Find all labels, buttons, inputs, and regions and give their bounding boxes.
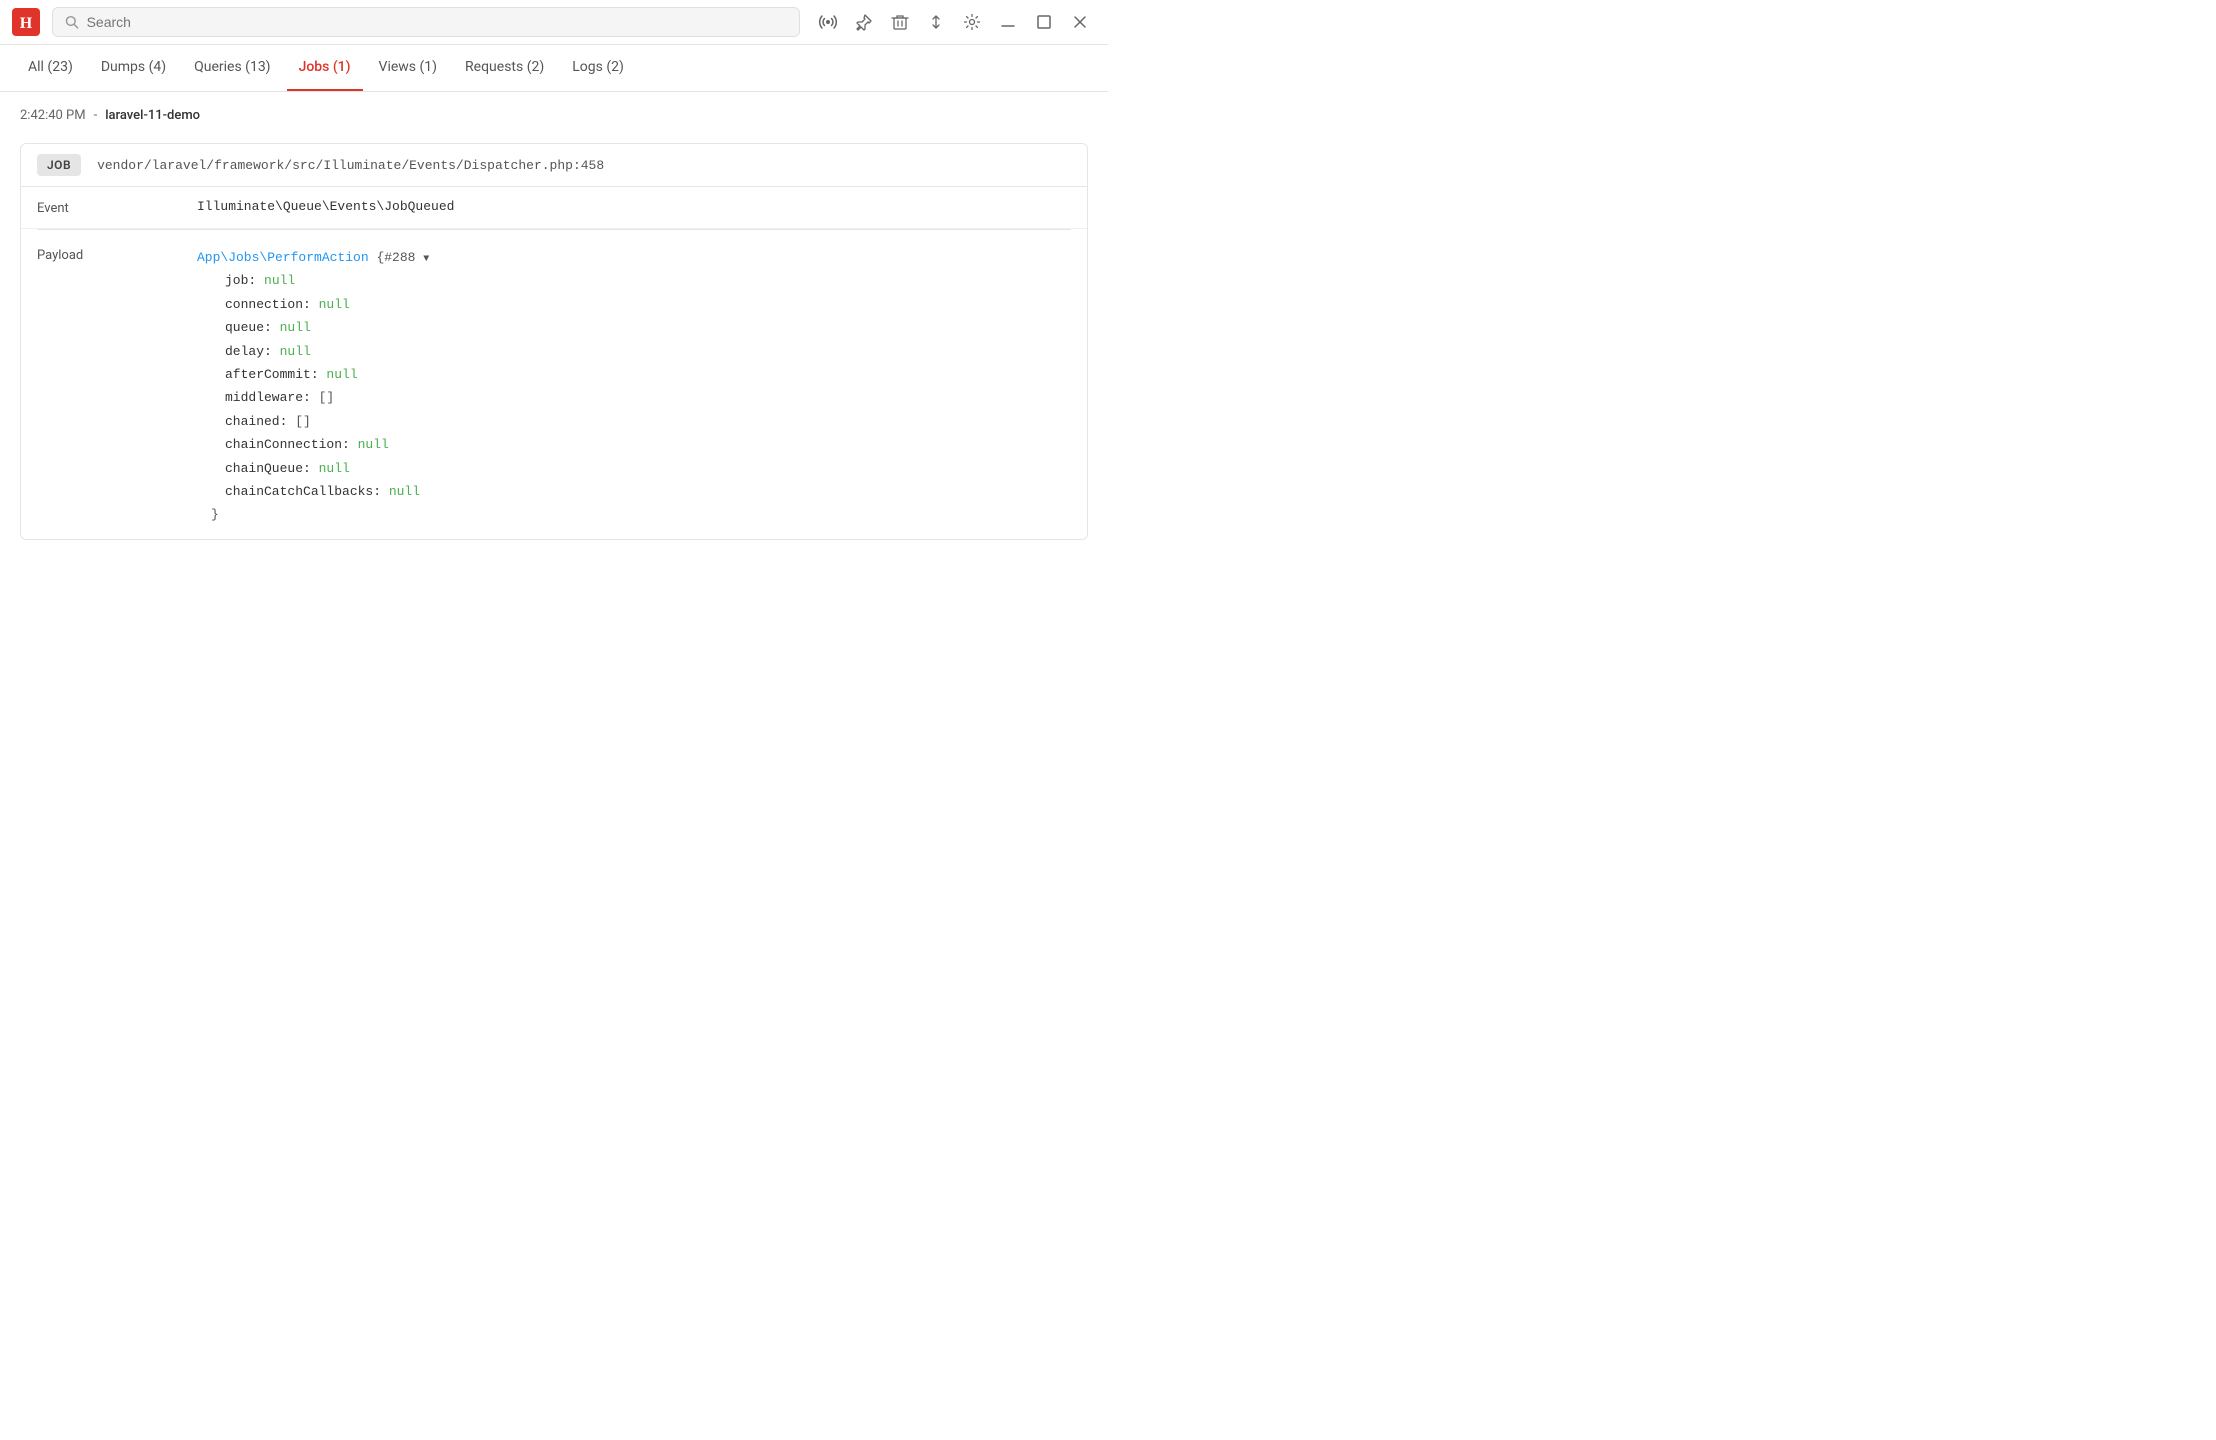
obj-id: {#288: [376, 250, 415, 265]
field-chaincatchcallbacks: chainCatchCallbacks: null: [197, 480, 429, 503]
separator: -: [94, 108, 98, 123]
settings-button[interactable]: [956, 6, 988, 38]
tab-jobs[interactable]: Jobs (1): [287, 45, 363, 91]
class-name: App\Jobs\PerformAction: [197, 250, 369, 265]
app-name: laravel-11-demo: [105, 108, 200, 123]
field-queue: queue: null: [197, 316, 429, 339]
close-button[interactable]: [1064, 6, 1096, 38]
field-delay: delay: null: [197, 340, 429, 363]
trash-button[interactable]: [884, 6, 916, 38]
field-job: job: null: [197, 269, 429, 292]
timestamp: 2:42:40 PM: [20, 108, 86, 123]
class-line: App\Jobs\PerformAction {#288 ▼: [197, 246, 429, 269]
close-brace: }: [197, 503, 429, 526]
title-bar-actions: [812, 6, 1096, 38]
field-middleware: middleware: []: [197, 386, 429, 409]
search-input[interactable]: [87, 14, 787, 30]
event-value: Illuminate\Queue\Events\JobQueued: [197, 199, 454, 214]
field-chainconnection: chainConnection: null: [197, 433, 429, 456]
job-file-path: vendor/laravel/framework/src/Illuminate/…: [97, 158, 604, 173]
event-label: Event: [37, 199, 197, 216]
pin-button[interactable]: [848, 6, 880, 38]
svg-text:H: H: [20, 15, 33, 32]
tab-dumps[interactable]: Dumps (4): [89, 45, 178, 91]
job-body: Event Illuminate\Queue\Events\JobQueued …: [21, 187, 1087, 539]
job-badge: JOB: [37, 154, 81, 176]
toggle-arrow[interactable]: ▼: [423, 254, 429, 265]
payload-label: Payload: [37, 246, 197, 263]
field-aftercommit: afterCommit: null: [197, 363, 429, 386]
broadcast-button[interactable]: [812, 6, 844, 38]
tab-views[interactable]: Views (1): [367, 45, 450, 91]
maximize-button[interactable]: [1028, 6, 1060, 38]
job-card: JOB vendor/laravel/framework/src/Illumin…: [20, 143, 1088, 540]
title-bar: H: [0, 0, 1108, 45]
field-connection: connection: null: [197, 293, 429, 316]
tab-all[interactable]: All (23): [16, 45, 85, 91]
field-chained: chained: []: [197, 410, 429, 433]
timestamp-bar: 2:42:40 PM - laravel-11-demo: [20, 108, 1088, 123]
sort-button[interactable]: [920, 6, 952, 38]
event-row: Event Illuminate\Queue\Events\JobQueued: [21, 187, 1087, 229]
app-logo: H: [12, 8, 40, 36]
search-bar[interactable]: [52, 7, 800, 37]
tab-bar: All (23) Dumps (4) Queries (13) Jobs (1)…: [0, 45, 1108, 92]
field-chainqueue: chainQueue: null: [197, 457, 429, 480]
payload-block: App\Jobs\PerformAction {#288 ▼ job: null…: [197, 246, 429, 527]
search-icon: [65, 15, 79, 29]
main-content: 2:42:40 PM - laravel-11-demo JOB vendor/…: [0, 92, 1108, 556]
minimize-button[interactable]: [992, 6, 1024, 38]
tab-queries[interactable]: Queries (13): [182, 45, 282, 91]
tab-logs[interactable]: Logs (2): [560, 45, 636, 91]
payload-row: Payload App\Jobs\PerformAction {#288 ▼ j…: [21, 230, 1087, 539]
job-header: JOB vendor/laravel/framework/src/Illumin…: [21, 144, 1087, 187]
tab-requests[interactable]: Requests (2): [453, 45, 556, 91]
